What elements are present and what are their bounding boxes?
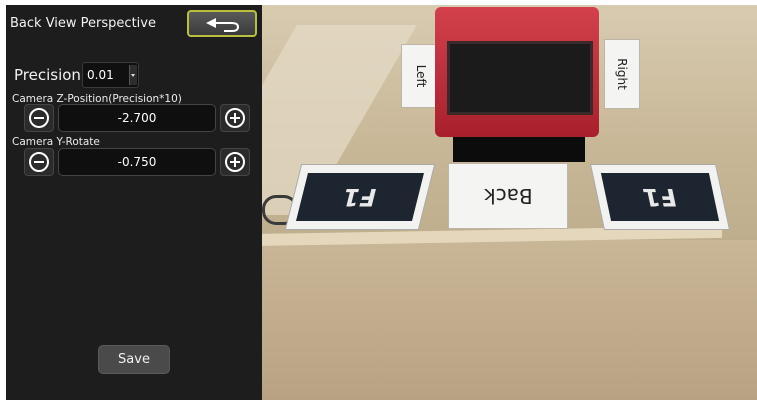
right-label: Right — [615, 58, 629, 90]
plus-circle-icon — [225, 108, 245, 128]
precision-select[interactable]: 0.01 — [82, 62, 139, 88]
y-rotate-label: Camera Y-Rotate — [12, 136, 100, 148]
app-window: Back View Perspective Precision: 0.01 Ca… — [6, 5, 757, 400]
marker-right: F1 — [591, 165, 729, 229]
z-position-field[interactable]: -2.700 — [58, 104, 216, 132]
precision-value: 0.01 — [87, 68, 114, 82]
robot — [435, 7, 599, 137]
y-rotate-field[interactable]: -0.750 — [58, 148, 216, 176]
chevron-down-icon[interactable] — [129, 65, 137, 85]
minus-circle-icon — [29, 152, 49, 172]
panel-title: Back View Perspective — [10, 16, 156, 31]
robot-base — [453, 137, 585, 162]
minus-circle-icon — [29, 108, 49, 128]
plus-circle-icon — [225, 152, 245, 172]
precision-label: Precision: — [14, 66, 86, 84]
right-label-card: Right — [605, 40, 639, 108]
control-panel: Back View Perspective Precision: 0.01 Ca… — [6, 5, 262, 400]
z-position-increment-button[interactable] — [220, 104, 250, 132]
marker-left: F1 — [286, 165, 434, 229]
back-label-card: Back — [449, 164, 567, 228]
left-label: Left — [414, 64, 428, 88]
marker-left-label: F1 — [339, 183, 381, 211]
back-arrow-icon — [206, 17, 240, 32]
marker-right-label: F1 — [640, 183, 680, 211]
camera-feed: Left Right F1 Back F1 — [262, 5, 757, 400]
save-button[interactable]: Save — [98, 345, 170, 374]
robot-screen — [447, 41, 593, 115]
z-position-decrement-button[interactable] — [24, 104, 54, 132]
y-rotate-decrement-button[interactable] — [24, 148, 54, 176]
y-rotate-increment-button[interactable] — [220, 148, 250, 176]
floor — [262, 240, 757, 400]
back-label: Back — [483, 184, 533, 208]
back-button[interactable] — [187, 10, 257, 37]
